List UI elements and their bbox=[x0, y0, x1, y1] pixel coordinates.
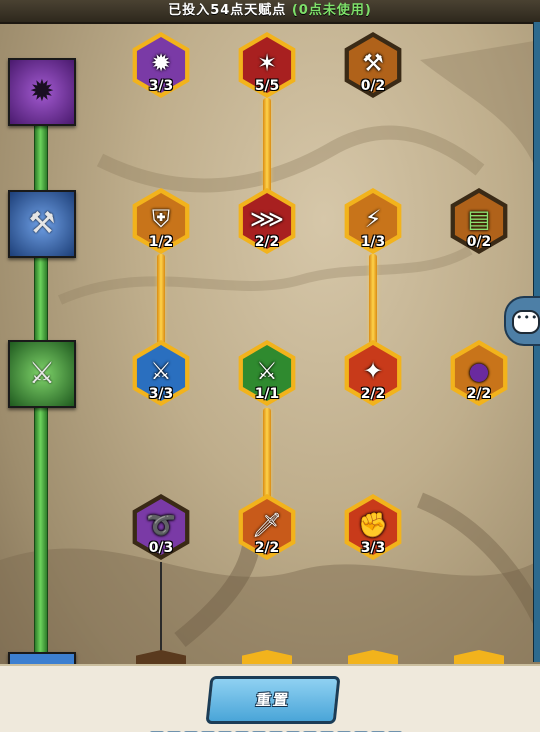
unused-points-text: (0点未使用) bbox=[291, 3, 372, 18]
link-lightning-to-fire bbox=[369, 254, 377, 350]
node-level: 2/2 bbox=[360, 386, 386, 402]
claw-slash-icon: ⋙ bbox=[249, 205, 285, 233]
helmet-icon: ⛨ bbox=[152, 205, 170, 233]
spiked-ball-icon: ✹ bbox=[29, 74, 55, 109]
book-icon: ▤ bbox=[467, 205, 491, 233]
link-greenaxe-to-sword bbox=[263, 408, 271, 504]
claw-icon: ✶ bbox=[256, 49, 278, 77]
node-level: 0/3 bbox=[148, 540, 174, 556]
node-level: 0/2 bbox=[360, 78, 386, 94]
talent-node-lightning-blade[interactable]: ⚡ 1/3 bbox=[340, 188, 406, 254]
fist-icon: ✊ bbox=[358, 511, 388, 539]
node-level: 1/3 bbox=[360, 234, 386, 250]
talent-node-purple-whip[interactable]: ➰ 0/3 bbox=[128, 494, 194, 560]
talent-node-golden-sword[interactable]: 🗡 2/2 bbox=[234, 494, 300, 560]
node-level: 2/2 bbox=[466, 386, 492, 402]
talent-node-green-axe[interactable]: ⚔ 1/1 bbox=[234, 340, 300, 406]
node-level: 3/3 bbox=[360, 540, 386, 556]
talent-node-helmet[interactable]: ⛨ 1/2 bbox=[128, 188, 194, 254]
talent-node-hammer[interactable]: ⚒ 0/2 bbox=[340, 32, 406, 98]
talent-node-claw-slash[interactable]: ⋙ 2/2 bbox=[234, 188, 300, 254]
talent-node-fire-blade[interactable]: ✦ 2/2 bbox=[340, 340, 406, 406]
node-level: 2/2 bbox=[254, 540, 280, 556]
sword-icon: 🗡 bbox=[251, 511, 283, 539]
battle-axe-icon: ⚔ bbox=[28, 356, 56, 391]
node-level: 3/3 bbox=[148, 386, 174, 402]
chat-button[interactable] bbox=[504, 296, 540, 346]
chat-bubble-icon bbox=[512, 310, 540, 334]
talent-node-fist[interactable]: ✊ 3/3 bbox=[340, 494, 406, 560]
points-invested-text: 已投入54点天赋点 bbox=[168, 3, 287, 18]
hammer-icon: ⚒ bbox=[362, 49, 384, 77]
spiked-ball-icon: ✹ bbox=[150, 49, 172, 77]
talent-node-blood-claw[interactable]: ✶ 5/5 bbox=[234, 32, 300, 98]
node-level: 1/2 bbox=[148, 234, 174, 250]
talent-points-header: 已投入54点天赋点 (0点未使用) bbox=[0, 0, 540, 24]
node-level: 2/2 bbox=[254, 234, 280, 250]
link-whip-down bbox=[160, 562, 162, 664]
talent-tree-screen: 已投入54点天赋点 (0点未使用) ✹ ⚒ ⚔ ✹ 3/3 ✶ 5/5 ⚒ 0/… bbox=[0, 0, 540, 732]
link-claw-to-slash bbox=[263, 98, 271, 194]
tier-icon-spiked-ball: ✹ bbox=[8, 58, 76, 126]
fire-blade-icon: ✦ bbox=[362, 357, 384, 385]
reset-button[interactable]: 重置 bbox=[205, 676, 341, 724]
lightning-icon: ⚡ bbox=[364, 205, 382, 233]
node-level: 1/1 bbox=[254, 386, 280, 402]
orb-icon: ● bbox=[468, 357, 490, 385]
axe-icon: ⚒ bbox=[28, 206, 56, 241]
node-level: 5/5 bbox=[254, 78, 280, 94]
ice-axe-icon: ⚔ bbox=[150, 357, 172, 385]
talent-node-green-book[interactable]: ▤ 0/2 bbox=[446, 188, 512, 254]
whip-icon: ➰ bbox=[146, 511, 176, 539]
tier-icon-battle-axe: ⚔ bbox=[8, 340, 76, 408]
talent-node-spiked-ball[interactable]: ✹ 3/3 bbox=[128, 32, 194, 98]
node-level: 0/2 bbox=[466, 234, 492, 250]
tier-icon-axe: ⚒ bbox=[8, 190, 76, 258]
talent-node-ice-axe[interactable]: ⚔ 3/3 bbox=[128, 340, 194, 406]
link-helmet-to-iceaxe bbox=[157, 254, 165, 350]
talent-node-purple-orb[interactable]: ● 2/2 bbox=[446, 340, 512, 406]
bottom-hint-text-cutoff bbox=[150, 724, 420, 732]
green-axe-icon: ⚔ bbox=[256, 357, 278, 385]
node-level: 3/3 bbox=[148, 78, 174, 94]
